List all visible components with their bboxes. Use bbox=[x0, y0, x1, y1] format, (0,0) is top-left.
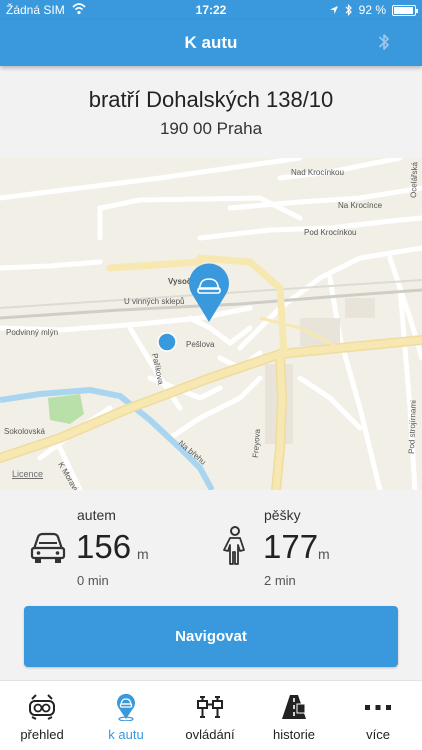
walk-distance: pěšky 177 m 2 min bbox=[211, 490, 422, 600]
map-view[interactable]: Nad Krocínkou Na Krocínce Pod Krocínkou … bbox=[0, 158, 422, 490]
history-road-icon bbox=[282, 695, 306, 719]
car-distance-unit: m bbox=[137, 546, 149, 562]
walk-distance-value: 177 bbox=[263, 528, 319, 565]
user-location-icon bbox=[157, 332, 177, 352]
location-pin-icon bbox=[117, 693, 135, 721]
tab-label: k autu bbox=[108, 727, 144, 742]
page-title: K autu bbox=[184, 33, 238, 52]
controls-icon bbox=[197, 696, 223, 718]
map-label: U vinných sklepů bbox=[124, 297, 184, 306]
licence-link[interactable]: Licence bbox=[12, 469, 43, 479]
app-screen: Žádná SIM 17:22 92 % K autu bratří Dohal… bbox=[0, 0, 422, 750]
map-label: Ocelářská bbox=[409, 161, 419, 198]
navigate-button[interactable]: Navigovat bbox=[24, 606, 398, 667]
tab-bar: přehled k autu ovládání historie více bbox=[0, 680, 422, 750]
tab-ovladani[interactable]: ovládání bbox=[168, 681, 252, 750]
map-label: Pešlova bbox=[186, 340, 215, 349]
tab-label: více bbox=[366, 727, 390, 742]
address-city: 190 00 Praha bbox=[159, 119, 263, 138]
status-bar: Žádná SIM 17:22 92 % bbox=[0, 0, 422, 20]
tab-label: přehled bbox=[20, 727, 64, 742]
walking-person-icon bbox=[223, 526, 245, 565]
more-icon bbox=[365, 705, 391, 710]
car-mode-label: autem bbox=[77, 507, 116, 523]
status-right: 92 % bbox=[329, 3, 418, 17]
tab-vice[interactable]: více bbox=[336, 681, 420, 750]
map-canvas: Nad Krocínkou Na Krocínce Pod Krocínkou … bbox=[0, 158, 422, 490]
map-label: Na Krocínce bbox=[338, 201, 383, 210]
distance-panel: autem 156 m 0 min pěšky 177 m 2 min bbox=[0, 490, 422, 600]
bluetooth-status-icon bbox=[345, 4, 352, 16]
map-label: Pod strojírnami bbox=[407, 400, 418, 454]
map-label: Sokolovská bbox=[4, 427, 45, 436]
car-distance: autem 156 m 0 min bbox=[0, 490, 211, 600]
location-arrow-icon bbox=[329, 6, 338, 14]
walk-time: 2 min bbox=[264, 573, 296, 588]
bluetooth-icon[interactable] bbox=[378, 31, 390, 53]
walk-mode-label: pěšky bbox=[264, 507, 301, 523]
tab-label: ovládání bbox=[185, 727, 235, 742]
car-icon bbox=[30, 532, 66, 563]
tab-prehled[interactable]: přehled bbox=[0, 681, 84, 750]
car-distance-value: 156 bbox=[76, 528, 132, 565]
walk-distance-unit: m bbox=[318, 546, 330, 562]
battery-percent: 92 % bbox=[358, 3, 386, 17]
map-label: Nad Krocínkou bbox=[291, 168, 344, 177]
navigation-bar: K autu bbox=[0, 20, 422, 66]
tab-k-autu[interactable]: k autu bbox=[84, 681, 168, 750]
address-street: bratří Dohalských 138/10 bbox=[88, 87, 334, 112]
dashboard-icon bbox=[29, 694, 55, 720]
map-label: Pod Krocínkou bbox=[304, 228, 356, 237]
address-panel: bratří Dohalských 138/10 190 00 Praha bbox=[0, 66, 422, 158]
tab-label: historie bbox=[273, 727, 315, 742]
battery-icon bbox=[392, 4, 418, 16]
car-time: 0 min bbox=[77, 573, 109, 588]
map-label: Podvinný mlýn bbox=[6, 328, 58, 337]
tab-historie[interactable]: historie bbox=[252, 681, 336, 750]
